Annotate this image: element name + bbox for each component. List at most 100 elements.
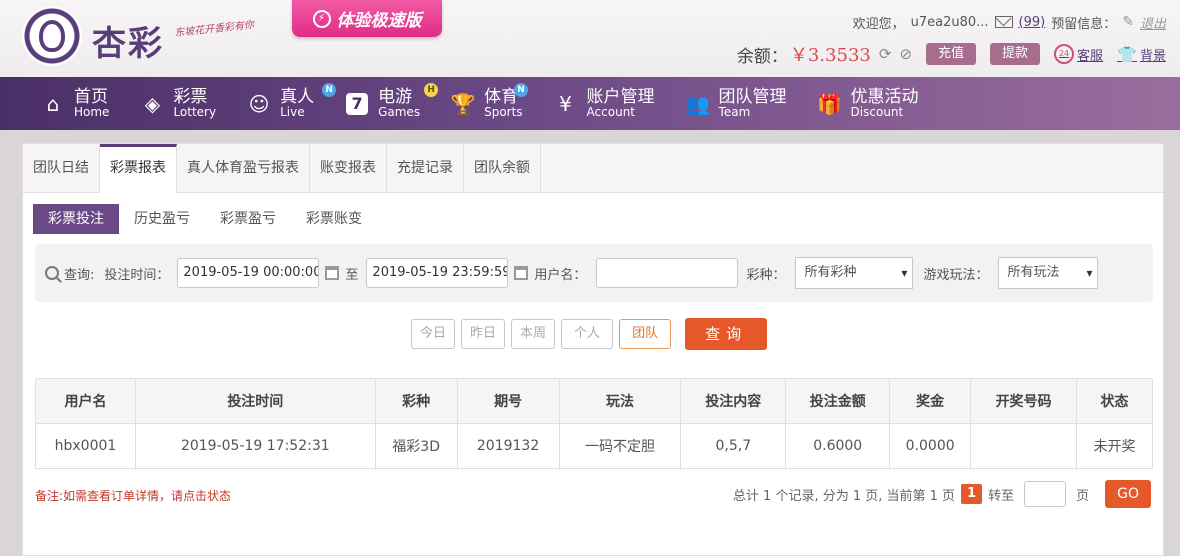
report-panel: 团队日结 彩票报表 真人体育盈亏报表 账变报表 充提记录 团队余额 彩票投注 历… [22,143,1164,556]
tab-lottery-report[interactable]: 彩票报表 [100,144,177,193]
end-time-input[interactable]: 2019-05-19 23:59:59 [366,258,509,288]
nav-team-sub: Team [718,105,751,120]
calendar-icon[interactable] [514,266,529,280]
nav-lottery-label: 彩票 [173,86,208,107]
team-button[interactable]: 团队 [619,319,672,349]
tab-deposit-withdraw-records[interactable]: 充提记录 [387,144,464,192]
logo-slogan: 东坡花开香彩有你 [173,19,255,40]
customer-service-link[interactable]: 24 客服 [1054,44,1103,64]
this-week-button[interactable]: 本周 [511,319,556,349]
nav-lottery-sub: Lottery [173,105,217,120]
col-status: 状态 [1076,378,1153,424]
cell-bet-amount: 0.6000 [785,423,891,469]
cell-bet-content: 0,5,7 [680,423,787,469]
seven-icon: 7 [344,91,370,117]
home-icon: ⌂ [46,91,60,116]
cell-lottery: 福彩3D [374,423,458,469]
pagination-summary: 总计 1 个记录, 分为 1 页, 当前第 1 页 [732,488,956,504]
subtab-lottery-pnl[interactable]: 彩票盈亏 [205,204,291,234]
col-bet-content: 投注内容 [680,378,787,424]
tab-live-sports-report[interactable]: 真人体育盈亏报表 [177,144,310,192]
subtab-lottery-bets[interactable]: 彩票投注 [33,204,119,234]
sub-tabs: 彩票投注 历史盈亏 彩票盈亏 彩票账变 [33,204,377,234]
tab-team-daily[interactable]: 团队日结 [23,144,100,192]
lightning-icon: ⚡ [312,9,331,28]
table-row[interactable]: hbx0001 2019-05-19 17:52:31 福彩3D 2019132… [35,423,1153,469]
nav-games-label: 电游 [378,86,413,107]
logo[interactable]: 杏彩 东坡花开香彩有你 [22,6,262,70]
filter-bar: 查询: 投注时间： 2019-05-19 00:00:00 至 2019-05-… [35,244,1153,302]
col-username: 用户名 [35,378,136,424]
cell-issue: 2019132 [456,423,560,469]
balance-row: 余额： ￥3.3533 ⟳ ⊘ 充值 提款 24 客服 👕 背景 [737,42,1166,67]
subtab-history-pnl[interactable]: 历史盈亏 [119,204,205,234]
edit-icon[interactable]: ✎ [1122,14,1134,30]
nav-live[interactable]: ☺ 真人 Live N [246,77,337,130]
username-input[interactable] [596,258,739,288]
personal-button[interactable]: 个人 [561,319,614,349]
col-play: 玩法 [558,378,682,424]
start-time-input[interactable]: 2019-05-19 00:00:00 [177,258,320,288]
tab-account-change-report[interactable]: 账变报表 [310,144,387,192]
col-bet-time: 投注时间 [134,378,376,424]
goto-page-input[interactable] [1024,481,1067,507]
speed-version-label: 体验极速版 [336,11,422,31]
col-draw-number: 开奖号码 [970,378,1077,424]
nav-lottery[interactable]: ◈ 彩票 Lottery [139,77,216,130]
page-unit-label: 页 [1076,488,1090,504]
logo-text: 杏彩 [92,24,164,64]
table-header-row: 用户名 投注时间 彩种 期号 玩法 投注内容 投注金额 奖金 开奖号码 状态 [35,378,1153,424]
cell-prize: 0.0000 [889,423,972,469]
hot-badge: H [424,83,439,97]
nav-team[interactable]: 👥 团队管理 Team [685,77,786,130]
current-page[interactable]: 1 [961,484,983,504]
username: u7ea2u80... [910,14,989,30]
yesterday-button[interactable]: 昨日 [461,319,506,349]
cell-play: 一码不定胆 [558,423,682,469]
team-users-icon: 👥 [685,91,710,116]
nav-discount[interactable]: 🎁 优惠活动 Discount [817,77,918,130]
pagination: 总计 1 个记录, 分为 1 页, 当前第 1 页 1 转至 页 GO [733,480,1151,508]
query-label: 查询: [64,267,95,283]
col-issue: 期号 [456,378,560,424]
welcome-text: 欢迎您， [852,16,905,32]
mail-count-link[interactable]: (99) [1019,15,1046,30]
query-button[interactable]: 查询 [685,318,768,350]
yen-coin-icon: ¥ [559,91,572,116]
logout-link[interactable]: 退出 [1140,13,1166,32]
nav-sports-sub: Sports [484,105,523,120]
lottery-type-label: 彩种： [746,267,786,283]
lottery-type-select[interactable]: 所有彩种 [795,257,914,289]
go-button[interactable]: GO [1105,480,1151,508]
subtab-lottery-account-change[interactable]: 彩票账变 [291,204,377,234]
today-button[interactable]: 今日 [411,319,456,349]
speed-version-button[interactable]: ⚡ 体验极速版 [292,0,442,37]
calendar-icon[interactable] [325,266,340,280]
new-badge: N [514,83,529,97]
nav-account[interactable]: ¥ 账户管理 Account [553,77,654,130]
nav-home[interactable]: ⌂ 首页 Home [40,77,110,130]
bet-time-label: 投注时间： [104,267,170,283]
trophy-icon: 🏆 [450,91,476,116]
col-prize: 奖金 [889,378,972,424]
withdraw-button[interactable]: 提款 [990,43,1041,65]
reserved-info-label: 预留信息： [1051,16,1117,32]
top-header: 杏彩 东坡花开香彩有你 ⚡ 体验极速版 欢迎您， u7ea2u80... (99… [0,0,1180,77]
tab-team-balance[interactable]: 团队余额 [464,144,541,192]
nav-sports[interactable]: 🏆 体育 Sports N [450,77,529,130]
cell-bet-time: 2019-05-19 17:52:31 [134,423,376,469]
nav-games-sub: Games [378,105,421,120]
mail-icon[interactable] [994,16,1013,28]
play-type-select[interactable]: 所有玩法 [998,257,1099,289]
hide-eye-icon[interactable]: ⊘ [899,45,912,63]
recharge-button[interactable]: 充值 [926,43,977,65]
refresh-icon[interactable]: ⟳ [879,45,892,63]
nav-games[interactable]: 7 电游 Games H [344,77,439,130]
background-label: 背景 [1139,48,1166,64]
background-link[interactable]: 👕 背景 [1117,45,1166,64]
remark-note: 备注:如需查看订单详情，请点击状态 [35,489,232,503]
to-label: 至 [345,267,359,283]
cell-status-link[interactable]: 未开奖 [1076,423,1153,469]
play-type-label: 游戏玩法： [923,267,989,283]
user-info-row: 欢迎您， u7ea2u80... (99) 预留信息： ✎ 退出 [853,12,1166,32]
